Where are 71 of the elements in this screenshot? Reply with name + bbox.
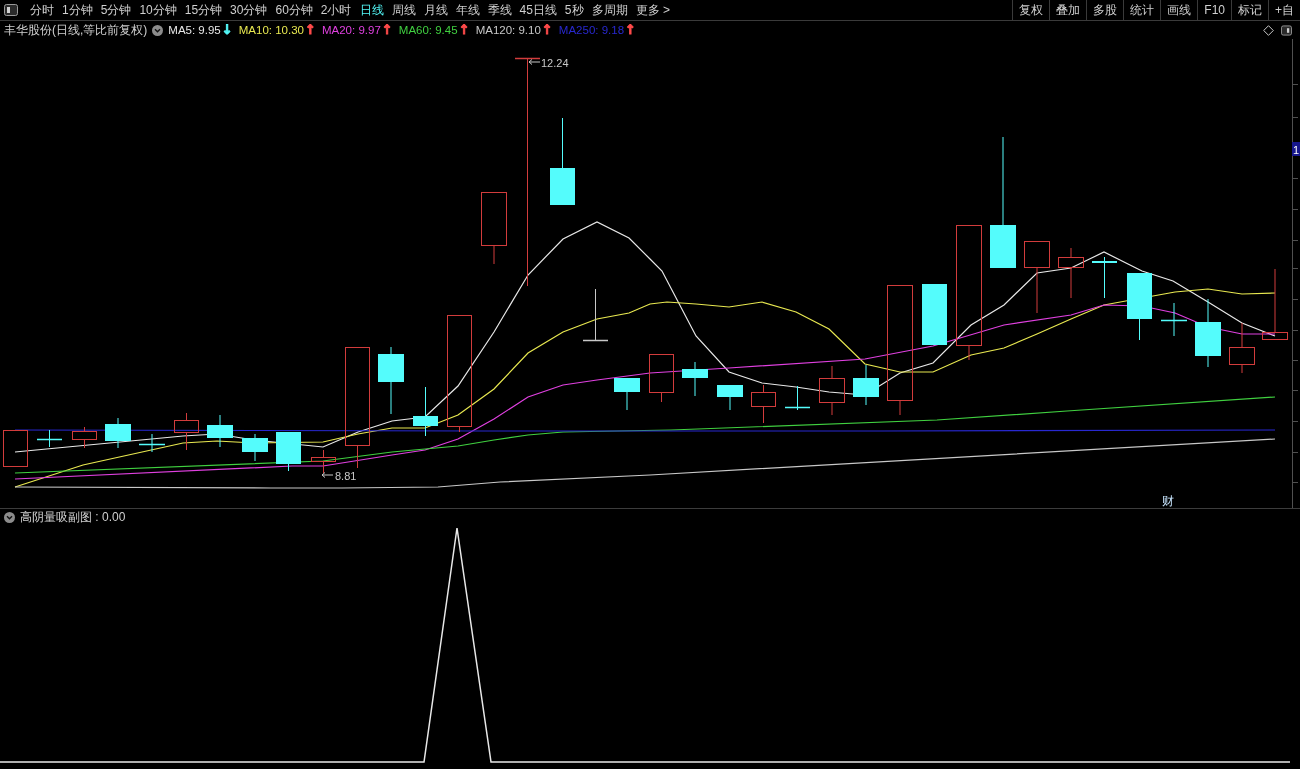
stock-title: 丰华股份(日线,等比前复权) [4, 21, 148, 39]
ma-legend-label: MA120: 9.10 [475, 24, 541, 36]
high-price-label: 12.24 [541, 56, 569, 69]
candle [72, 426, 97, 449]
candle [682, 361, 708, 397]
trend-arrow: ↑ [625, 23, 635, 37]
candle [922, 284, 947, 345]
candle [242, 433, 268, 462]
event-marker[interactable]: 财 [1162, 494, 1174, 508]
period-tab[interactable]: 2小时 [316, 0, 356, 20]
candle [276, 432, 301, 472]
period-tab[interactable]: 日线 [355, 0, 388, 20]
candle [413, 386, 438, 437]
price-tag: 1 [1292, 142, 1300, 156]
chevron-down-icon[interactable] [4, 511, 15, 523]
candle [717, 385, 743, 411]
ma-legend-label: MA250: 9.18 [558, 24, 625, 36]
trend-arrow: ↑ [458, 23, 468, 37]
candle [649, 354, 674, 403]
candle [1262, 268, 1288, 340]
diamond-icon[interactable] [1263, 24, 1274, 36]
candle [311, 449, 336, 474]
period-tab[interactable]: 年线 [451, 0, 484, 20]
ma-legend-label: MA5: 9.95 [168, 24, 221, 36]
candle [1229, 322, 1255, 374]
candle [1058, 247, 1084, 299]
period-tab[interactable]: 多周期 [587, 0, 632, 20]
candle [174, 412, 199, 451]
candle [784, 385, 811, 411]
trend-arrow: ↑ [381, 23, 391, 37]
candle [853, 364, 879, 406]
period-tab[interactable]: 30分钟 [226, 0, 272, 20]
left-arrow-icon [321, 472, 334, 478]
low-price-label: 8.81 [335, 469, 357, 482]
period-tab[interactable]: 5分钟 [96, 0, 136, 20]
period-tab[interactable]: 15分钟 [180, 0, 227, 20]
period-tab[interactable]: 季线 [483, 0, 516, 20]
candle [819, 365, 845, 416]
indicator-title: 高阴量吸副图 : 0.00 [20, 508, 126, 526]
candle [138, 433, 166, 453]
candle [3, 430, 28, 467]
trend-arrow: ↑ [541, 23, 551, 37]
candle [1127, 273, 1152, 341]
period-tab[interactable]: 周线 [387, 0, 420, 20]
left-arrow-icon [528, 59, 541, 65]
period-tab[interactable]: 45日线 [515, 0, 561, 20]
ma-legend-label: MA10: 10.30 [238, 24, 304, 36]
period-tab[interactable]: 10分钟 [135, 0, 181, 20]
trend-arrow: ↓ [221, 23, 231, 37]
candle [1195, 298, 1221, 368]
ma-legend-label: MA20: 9.97 [321, 24, 381, 36]
period-tab[interactable]: 更多 > [631, 0, 674, 20]
panel-toggle-icon[interactable] [4, 4, 18, 16]
candle [582, 288, 609, 342]
candle [751, 384, 776, 424]
candle [614, 378, 640, 411]
ma-legend-label: MA60: 9.45 [398, 24, 458, 36]
candle [36, 429, 63, 448]
period-tab[interactable]: 分时 [26, 0, 58, 20]
candle [1160, 302, 1188, 337]
candle [378, 346, 404, 415]
period-tab[interactable]: 月线 [419, 0, 452, 20]
candle [207, 414, 233, 448]
period-tab[interactable]: 1分钟 [58, 0, 97, 20]
candle [105, 417, 131, 449]
period-tab[interactable]: 5秒 [560, 0, 588, 20]
candle [1092, 256, 1117, 299]
chevron-down-icon[interactable] [152, 24, 164, 36]
trend-arrow: ↑ [304, 23, 314, 37]
panel-toggle-icon[interactable] [1281, 24, 1292, 36]
period-tab[interactable]: 60分钟 [271, 0, 317, 20]
